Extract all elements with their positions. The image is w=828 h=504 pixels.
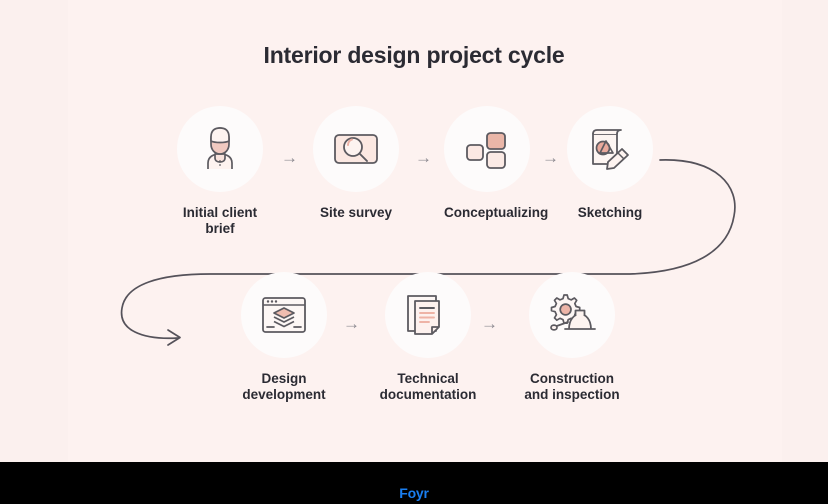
icon-circle (529, 272, 615, 358)
step-site-survey[interactable]: Site survey (313, 106, 399, 221)
step-label: Conceptualizing (444, 205, 549, 220)
blocks-concept-icon (466, 132, 506, 169)
icon-circle (313, 106, 399, 192)
connector-arrow-1: → (281, 148, 298, 167)
page-title: Interior design project cycle (263, 42, 565, 68)
connector-arrow-3: → (542, 148, 559, 167)
magnifier-survey-icon (334, 134, 378, 164)
sketchpad-pencil-icon (592, 129, 629, 170)
connector-arrow-5: → (481, 314, 498, 333)
step-conceptualizing[interactable]: Conceptualizing (444, 106, 549, 221)
icon-circle (177, 106, 263, 192)
icon-circle (241, 272, 327, 358)
step-technical-documentation[interactable]: Technical documentation (372, 272, 484, 402)
icon-circle (567, 106, 653, 192)
step-label: Site survey (319, 205, 393, 220)
step-design-development[interactable]: Design development (226, 272, 342, 402)
step-label: Technical documentation (379, 371, 477, 402)
client-person-icon (207, 127, 233, 169)
layers-window-icon (262, 297, 306, 333)
step-label: Sketching (577, 205, 643, 220)
foyr-logo[interactable]: Foyr (0, 485, 828, 501)
step-label: Design development (242, 371, 326, 402)
diagram-canvas: Interior design project cycle Initial cl… (0, 0, 828, 504)
step-construction-and-inspection[interactable]: Construction and inspection (510, 272, 634, 402)
connector-arrow-4: → (343, 314, 360, 333)
step-initial-client-brief[interactable]: Initial client brief (160, 106, 280, 236)
step-label: Initial client brief (182, 205, 258, 236)
documents-icon (407, 295, 440, 335)
gear-hardhat-icon (550, 294, 596, 331)
step-label: Construction and inspection (524, 371, 620, 402)
step-sketching[interactable]: Sketching (567, 106, 653, 221)
connector-arrow-2: → (415, 148, 432, 167)
icon-circle (444, 106, 530, 192)
icon-circle (385, 272, 471, 358)
